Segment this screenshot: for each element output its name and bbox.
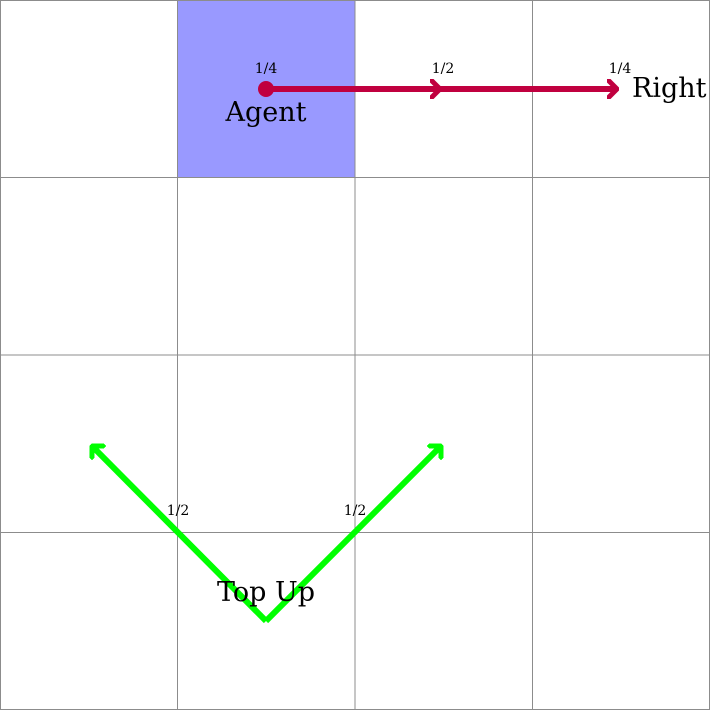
grid-world-diagram: 1/4 Agent 1/2 1/4 Right 1/2 1/2 Top Up: [0, 0, 710, 710]
top-up-probability-right: 1/2: [344, 503, 367, 519]
right-probability-end: 1/4: [609, 61, 632, 77]
agent-label: Agent: [225, 97, 307, 128]
agent-dot: [258, 81, 274, 97]
grid: [0, 0, 710, 710]
top-up-probability-left: 1/2: [167, 503, 190, 519]
top-up-label: Top Up: [217, 577, 315, 608]
agent-probability: 1/4: [255, 61, 278, 77]
right-probability-mid: 1/2: [432, 61, 455, 77]
right-label: Right: [632, 73, 707, 104]
